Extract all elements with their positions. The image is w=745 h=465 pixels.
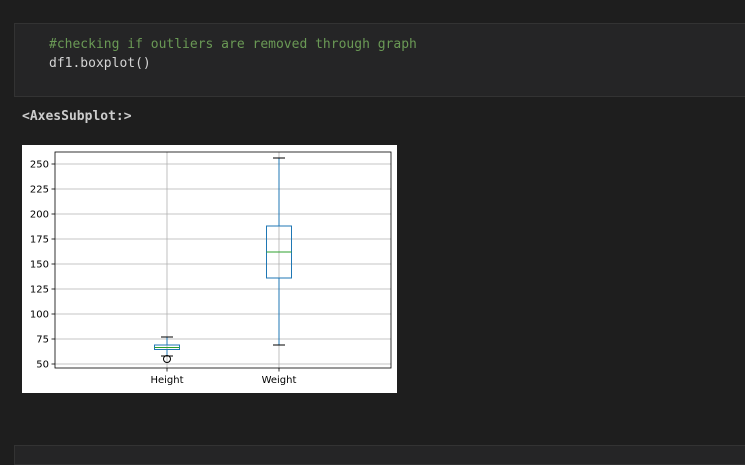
y-tick-label: 175 — [30, 235, 49, 246]
x-tick-label: Height — [150, 375, 183, 386]
boxplot-chart: 50 75 100 125 150 175 200 225 250 Height Weight — [30, 151, 392, 386]
y-tick-label: 225 — [30, 185, 49, 196]
y-tick-label: 75 — [36, 335, 49, 346]
y-tick-label: 125 — [30, 285, 49, 296]
y-tick-label: 100 — [30, 310, 49, 321]
y-tick-label: 200 — [30, 210, 49, 221]
code-cell[interactable]: #checking if outliers are removed throug… — [14, 23, 745, 97]
axes-frame — [54, 151, 392, 369]
code-comment: #checking if outliers are removed throug… — [49, 37, 417, 52]
y-tick-label: 50 — [36, 360, 49, 371]
x-tick-label: Weight — [262, 375, 297, 386]
output-repr: <AxesSubplot:> — [22, 109, 132, 124]
y-tick-label: 250 — [30, 160, 49, 171]
next-code-cell[interactable] — [14, 445, 745, 465]
boxplot-figure: 50 75 100 125 150 175 200 225 250 Height Weight — [22, 145, 397, 393]
code-statement: df1.boxplot() — [49, 56, 151, 71]
y-tick-label: 150 — [30, 260, 49, 271]
